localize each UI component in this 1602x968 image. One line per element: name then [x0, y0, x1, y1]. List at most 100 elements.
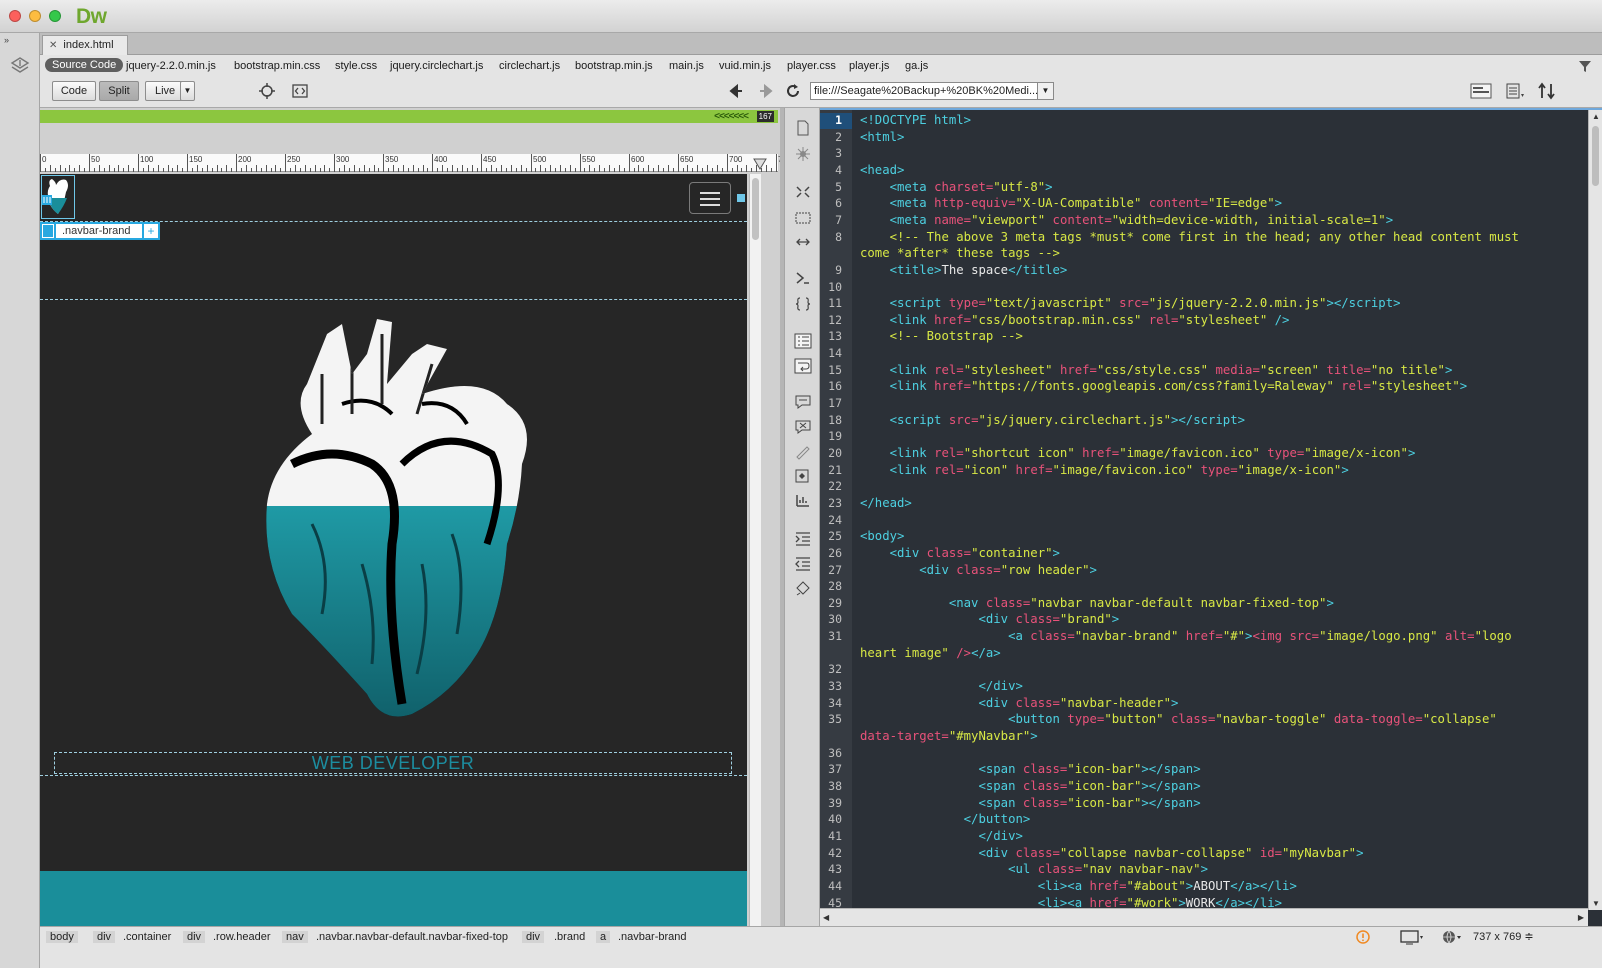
- show-code-navigator-icon[interactable]: [794, 146, 812, 162]
- code-line[interactable]: <link rel="shortcut icon" href="image/fa…: [860, 446, 1416, 460]
- scroll-right-arrow-icon[interactable]: ▶: [1578, 913, 1584, 922]
- minimize-window-button[interactable]: [29, 10, 41, 22]
- code-line[interactable]: <!DOCTYPE html>: [860, 113, 971, 127]
- code-line[interactable]: <meta http-equiv="X-UA-Compatible" conte…: [860, 196, 1282, 210]
- code-line[interactable]: <title>The space</title>: [860, 263, 1068, 277]
- code-line[interactable]: <div class="container">: [860, 546, 1060, 560]
- sort-icon[interactable]: [1536, 82, 1558, 100]
- tag-selector-class[interactable]: .row.header: [213, 931, 270, 943]
- live-code-icon[interactable]: [291, 82, 309, 100]
- code-line[interactable]: <div class="navbar-header">: [860, 696, 1178, 710]
- media-query-bar[interactable]: <<<<<<< 167: [40, 110, 778, 123]
- view-options-icon[interactable]: [1470, 82, 1492, 100]
- code-line[interactable]: <head>: [860, 163, 904, 177]
- line-numbers-icon[interactable]: [794, 333, 812, 349]
- element-selector-chip[interactable]: .navbar-brand +: [40, 222, 160, 240]
- design-vertical-scrollbar[interactable]: [749, 174, 761, 926]
- add-class-button[interactable]: +: [144, 224, 158, 238]
- related-file-source-code[interactable]: Source Code: [45, 58, 124, 72]
- live-dropdown-button[interactable]: ▼: [180, 81, 195, 101]
- globe-icon[interactable]: [1442, 930, 1462, 945]
- code-line[interactable]: <div class="collapse navbar-collapse" id…: [860, 846, 1363, 860]
- related-file[interactable]: bootstrap.min.css: [234, 60, 320, 72]
- related-file[interactable]: player.js: [849, 60, 889, 72]
- code-line[interactable]: <body>: [860, 529, 904, 543]
- code-line[interactable]: <span class="icon-bar"></span>: [860, 779, 1200, 793]
- resize-handle[interactable]: [737, 194, 745, 202]
- code-line[interactable]: <a class="navbar-brand" href="#"><img sr…: [860, 629, 1512, 643]
- code-line[interactable]: </div>: [860, 679, 1022, 693]
- scroll-thumb[interactable]: [752, 178, 759, 240]
- code-horizontal-scrollbar[interactable]: ◀ ▶: [820, 908, 1588, 926]
- related-file[interactable]: jquery.circlechart.js: [390, 60, 483, 72]
- code-view-button[interactable]: Code: [52, 81, 96, 101]
- code-line[interactable]: <link rel="stylesheet" href="css/style.c…: [860, 363, 1453, 377]
- code-line[interactable]: <button type="button" class="navbar-togg…: [860, 712, 1497, 726]
- tag-selector-item[interactable]: a: [596, 931, 611, 943]
- code-line[interactable]: <span class="icon-bar"></span>: [860, 796, 1200, 810]
- related-file[interactable]: player.css: [787, 60, 836, 72]
- select-parent-tag-icon[interactable]: [794, 210, 812, 226]
- related-file[interactable]: circlechart.js: [499, 60, 560, 72]
- expand-panels-icon[interactable]: »: [4, 35, 9, 45]
- code-line[interactable]: <span class="icon-bar"></span>: [860, 762, 1200, 776]
- tag-selector-item[interactable]: nav: [282, 931, 308, 943]
- close-tab-icon[interactable]: ✕: [49, 40, 57, 51]
- window-size-selector[interactable]: 737 x 769 ≑: [1473, 930, 1534, 943]
- ruler-marker-icon[interactable]: [753, 158, 767, 170]
- code-line[interactable]: <li><a href="#about">ABOUT</a></li>: [860, 879, 1297, 893]
- related-file[interactable]: ga.js: [905, 60, 928, 72]
- refresh-icon[interactable]: [784, 82, 802, 100]
- scroll-left-arrow-icon[interactable]: ◀: [823, 913, 829, 922]
- move-css-icon[interactable]: [794, 492, 812, 508]
- tag-selector-class[interactable]: .navbar.navbar-default.navbar-fixed-top: [316, 931, 508, 943]
- inspect-icon[interactable]: [258, 82, 276, 100]
- related-file[interactable]: style.css: [335, 60, 377, 72]
- close-window-button[interactable]: [9, 10, 21, 22]
- tag-selector-item[interactable]: body: [46, 931, 78, 943]
- tag-selector-class[interactable]: .brand: [554, 931, 585, 943]
- code-line[interactable]: data-target="#myNavbar">: [860, 729, 1038, 743]
- tag-selector-item[interactable]: div: [93, 931, 116, 943]
- expand-all-icon[interactable]: [794, 184, 812, 200]
- address-dropdown-icon[interactable]: ▼: [1037, 83, 1053, 99]
- tag-selector-class[interactable]: .navbar-brand: [618, 931, 687, 943]
- code-line[interactable]: <meta charset="utf-8">: [860, 180, 1053, 194]
- device-preview-icon[interactable]: [1400, 930, 1424, 945]
- balance-braces-icon[interactable]: [794, 296, 812, 312]
- tab-index-html[interactable]: ✕ index.html: [42, 35, 128, 55]
- related-file[interactable]: vuid.min.js: [719, 60, 771, 72]
- code-line[interactable]: </div>: [860, 829, 1022, 843]
- word-wrap-icon[interactable]: [794, 358, 812, 374]
- remove-comment-icon[interactable]: [794, 419, 812, 435]
- scroll-up-arrow-icon[interactable]: ▲: [1592, 112, 1600, 121]
- indent-icon[interactable]: [794, 530, 812, 546]
- live-view-button[interactable]: Live: [145, 81, 183, 101]
- split-view-button[interactable]: Split: [99, 81, 139, 101]
- code-line[interactable]: <ul class="nav navbar-nav">: [860, 862, 1208, 876]
- code-line[interactable]: <nav class="navbar navbar-default navbar…: [860, 596, 1334, 610]
- apply-comment-icon[interactable]: [794, 394, 812, 410]
- related-file[interactable]: main.js: [669, 60, 704, 72]
- maximize-window-button[interactable]: [49, 10, 61, 22]
- code-line[interactable]: <html>: [860, 130, 904, 144]
- open-documents-icon[interactable]: [794, 120, 812, 136]
- file-management-icon[interactable]: [1505, 82, 1527, 100]
- navbar-toggle-button[interactable]: [689, 182, 731, 214]
- collapse-selection-icon[interactable]: [794, 234, 812, 250]
- code-line[interactable]: <script type="text/javascript" src="js/j…: [860, 296, 1401, 310]
- navbar-brand-logo[interactable]: [41, 175, 75, 219]
- insert-panel-icon[interactable]: [9, 55, 31, 77]
- related-file[interactable]: bootstrap.min.js: [575, 60, 653, 72]
- address-bar[interactable]: file:///Seagate%20Backup+%20BK%20Medi...…: [810, 82, 1054, 100]
- code-scroll-thumb[interactable]: [1592, 126, 1599, 186]
- tag-selector-class[interactable]: .container: [123, 931, 171, 943]
- code-line[interactable]: <script src="js/jquery.circlechart.js"><…: [860, 413, 1245, 427]
- code-line[interactable]: <link href="https://fonts.googleapis.com…: [860, 379, 1468, 393]
- tag-selector-item[interactable]: div: [183, 931, 206, 943]
- code-line[interactable]: heart image" /></a>: [860, 646, 1001, 660]
- forward-arrow-icon[interactable]: [756, 82, 774, 100]
- related-file[interactable]: jquery-2.2.0.min.js: [126, 60, 216, 72]
- outdent-icon[interactable]: [794, 555, 812, 571]
- code-line[interactable]: </button>: [860, 812, 1031, 826]
